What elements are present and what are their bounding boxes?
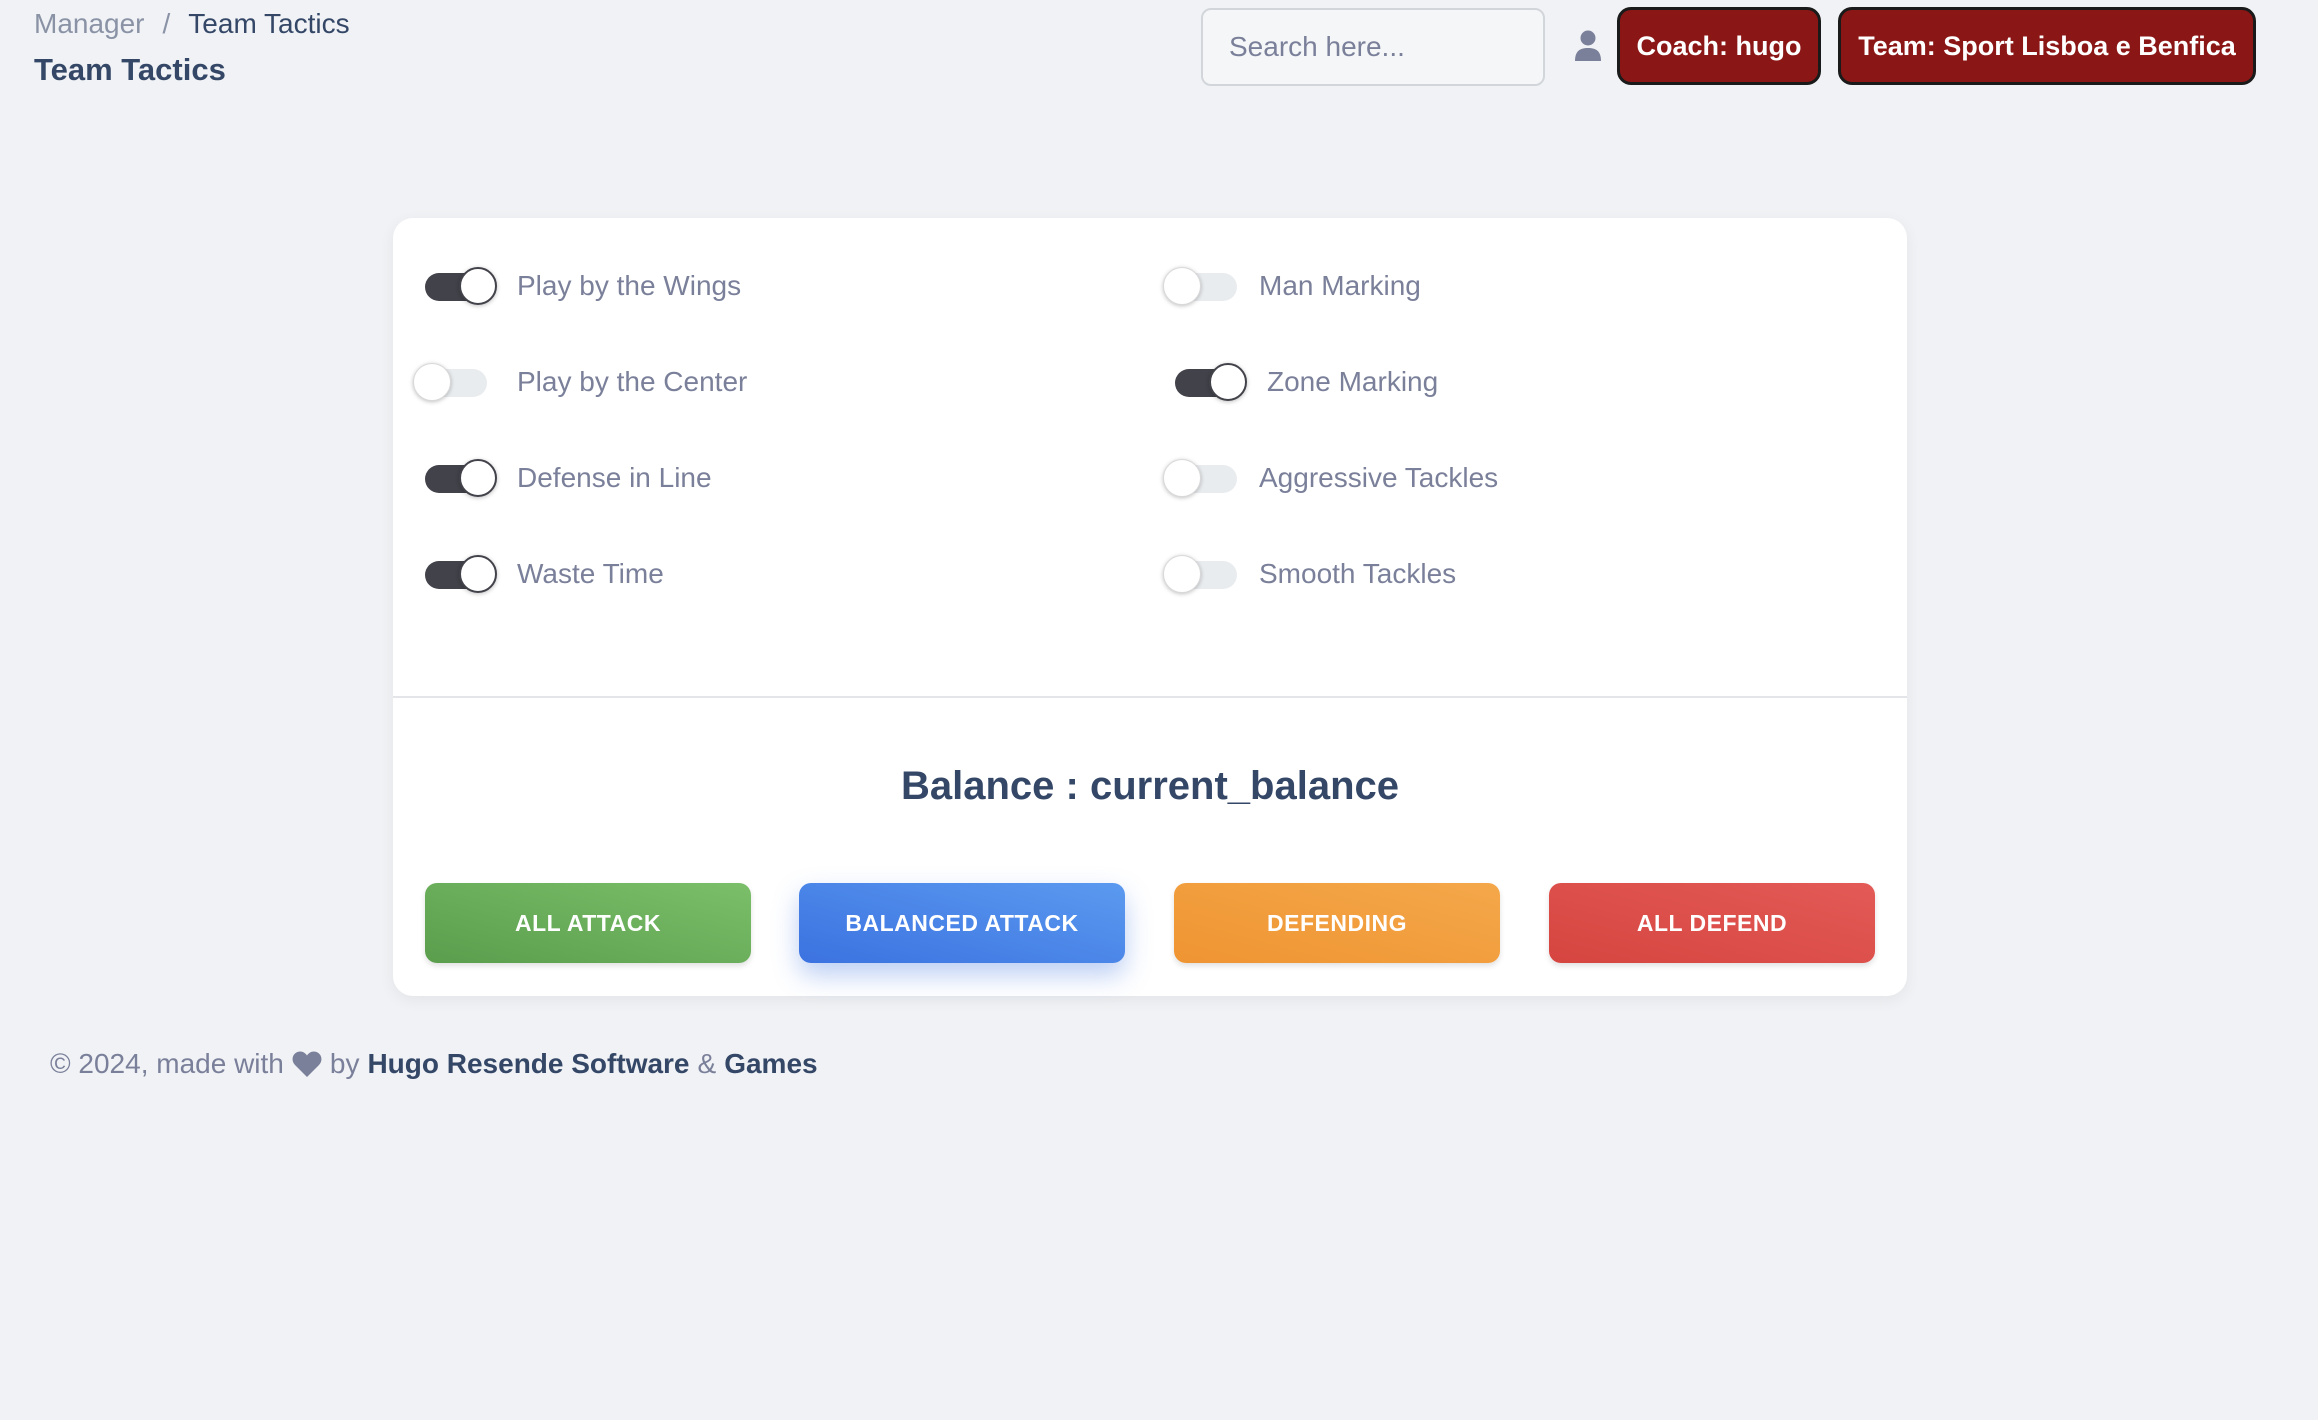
footer-author-link[interactable]: Hugo Resende Software: [367, 1048, 689, 1080]
footer-copyright: © 2024, made with: [50, 1048, 284, 1079]
footer-by: by: [329, 1048, 360, 1079]
breadcrumb: Manager / Team Tactics: [34, 8, 350, 40]
card-divider: [393, 696, 1907, 698]
toggle-label: Defense in Line: [517, 462, 712, 493]
switch-knob: [1209, 363, 1247, 401]
page-title: Team Tactics: [34, 52, 226, 87]
switch-knob: [459, 555, 497, 593]
toggle-row-waste-time: Waste Time: [425, 544, 664, 604]
switch-knob: [1163, 555, 1201, 593]
waste-time-switch[interactable]: [425, 555, 497, 593]
play-by-wings-switch[interactable]: [425, 267, 497, 305]
zone-marking-switch[interactable]: [1175, 363, 1247, 401]
toggle-row-zone-marking: Zone Marking: [1175, 352, 1438, 412]
toggle-row-smooth-tackles: Smooth Tackles: [1163, 544, 1457, 604]
toggle-label: Man Marking: [1259, 270, 1421, 301]
switch-knob: [459, 267, 497, 305]
user-icon[interactable]: [1574, 30, 1602, 62]
defense-in-line-switch[interactable]: [425, 459, 497, 497]
coach-button[interactable]: Coach: hugo: [1617, 7, 1821, 85]
toggle-label: Aggressive Tackles: [1259, 462, 1499, 493]
switch-knob: [1163, 459, 1201, 497]
toggle-row-play-by-wings: Play by the Wings: [425, 256, 741, 316]
play-by-center-switch[interactable]: [413, 363, 487, 401]
balance-text: Balance : current_balance: [901, 764, 1399, 808]
switch-knob: [1163, 267, 1201, 305]
footer: © 2024, made with by Hugo Resende Softwa…: [50, 1048, 818, 1080]
man-marking-switch[interactable]: [1163, 267, 1237, 305]
toggle-row-aggressive-tackles: Aggressive Tackles: [1163, 448, 1499, 508]
aggressive-tackles-switch[interactable]: [1163, 459, 1237, 497]
breadcrumb-root-link[interactable]: Manager: [34, 8, 145, 40]
toggle-row-defense-in-line: Defense in Line: [425, 448, 712, 508]
tactics-card: Play by the Wings Play by the Center Def…: [393, 218, 1907, 996]
heart-icon: [292, 1050, 322, 1078]
breadcrumb-current: Team Tactics: [188, 8, 350, 39]
page: Manager / Team Tactics Team Tactics Coac…: [0, 0, 2318, 1420]
breadcrumb-separator: /: [162, 8, 171, 39]
balanced-attack-button[interactable]: BALANCED ATTACK: [799, 883, 1125, 963]
footer-amp: &: [697, 1048, 717, 1079]
footer-games-link[interactable]: Games: [724, 1048, 817, 1080]
toggle-label: Play by the Wings: [517, 270, 742, 301]
toggle-label: Smooth Tackles: [1259, 558, 1457, 589]
toggle-label: Waste Time: [517, 558, 664, 589]
smooth-tackles-switch[interactable]: [1163, 555, 1237, 593]
search-input[interactable]: [1201, 8, 1545, 86]
toggle-row-play-by-center: Play by the Center: [413, 352, 748, 412]
toggle-row-man-marking: Man Marking: [1163, 256, 1421, 316]
all-defend-button[interactable]: ALL DEFEND: [1549, 883, 1875, 963]
toggle-label: Play by the Center: [517, 366, 748, 397]
switch-knob: [413, 363, 451, 401]
switch-knob: [459, 459, 497, 497]
all-attack-button[interactable]: ALL ATTACK: [425, 883, 751, 963]
team-button[interactable]: Team: Sport Lisboa e Benfica: [1838, 7, 2256, 85]
toggle-label: Zone Marking: [1267, 366, 1439, 397]
defending-button[interactable]: DEFENDING: [1174, 883, 1500, 963]
